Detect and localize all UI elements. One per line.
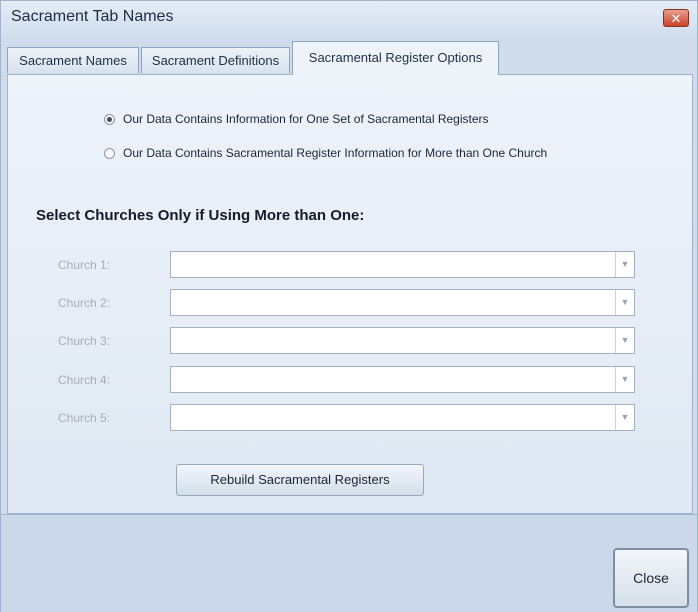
- chevron-down-icon[interactable]: ▼: [615, 252, 634, 277]
- chevron-down-icon[interactable]: ▼: [615, 290, 634, 315]
- church-4-label: Church 4:: [58, 373, 111, 387]
- church-3-dropdown[interactable]: ▼: [170, 327, 635, 354]
- church-1-label: Church 1:: [58, 258, 111, 272]
- church-2-label: Church 2:: [58, 296, 111, 310]
- tab-strip: Sacrament Names Sacrament Definitions Sa…: [7, 41, 693, 75]
- chevron-down-icon[interactable]: ▼: [615, 328, 634, 353]
- radio-button-multiple-churches[interactable]: [104, 147, 115, 159]
- radio-button-one-set[interactable]: [104, 113, 115, 125]
- window-title: Sacrament Tab Names: [11, 8, 174, 25]
- close-icon: ✕: [670, 11, 682, 26]
- radio-label-one-set: Our Data Contains Information for One Se…: [123, 112, 489, 126]
- chevron-down-icon[interactable]: ▼: [615, 405, 634, 430]
- church-5-dropdown[interactable]: ▼: [170, 404, 635, 431]
- rebuild-registers-button[interactable]: Rebuild Sacramental Registers: [176, 464, 424, 496]
- radio-option-multiple-churches[interactable]: Our Data Contains Sacramental Register I…: [104, 146, 547, 160]
- close-button[interactable]: Close: [613, 548, 689, 608]
- tab-sacramental-register-options[interactable]: Sacramental Register Options: [292, 41, 499, 75]
- dialog-footer: Close: [1, 514, 697, 612]
- title-bar: Sacrament Tab Names ✕: [1, 1, 697, 35]
- church-2-dropdown[interactable]: ▼: [170, 289, 635, 316]
- options-panel: Our Data Contains Information for One Se…: [7, 74, 693, 514]
- church-4-dropdown[interactable]: ▼: [170, 366, 635, 393]
- church-5-label: Church 5:: [58, 411, 111, 425]
- church-section-heading: Select Churches Only if Using More than …: [36, 207, 365, 224]
- radio-option-one-set[interactable]: Our Data Contains Information for One Se…: [104, 112, 489, 126]
- chevron-down-icon[interactable]: ▼: [615, 367, 634, 392]
- church-3-label: Church 3:: [58, 334, 111, 348]
- close-window-button[interactable]: ✕: [663, 9, 689, 27]
- dialog-window: Sacrament Tab Names ✕ Sacrament Names Sa…: [0, 0, 698, 612]
- radio-label-multiple-churches: Our Data Contains Sacramental Register I…: [123, 146, 548, 160]
- tab-sacrament-definitions[interactable]: Sacrament Definitions: [141, 47, 290, 73]
- tab-sacrament-names[interactable]: Sacrament Names: [7, 47, 139, 73]
- church-1-dropdown[interactable]: ▼: [170, 251, 635, 278]
